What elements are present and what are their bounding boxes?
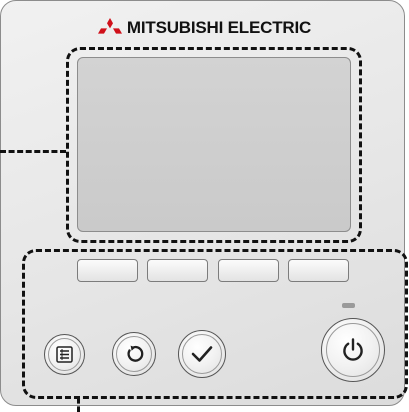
return-button[interactable]	[112, 332, 156, 376]
function-button-f4[interactable]	[288, 259, 349, 282]
operation-indicator-lamp	[342, 303, 355, 308]
on-off-button[interactable]	[321, 318, 385, 382]
select-button[interactable]	[178, 330, 226, 378]
controller-figure: MITSUBISHI ELECTRIC	[0, 0, 409, 412]
buttons-callout-leader	[77, 398, 80, 412]
brand-header: MITSUBISHI ELECTRIC	[0, 18, 409, 38]
three-diamond-logo-icon	[97, 18, 122, 34]
function-button-f3[interactable]	[218, 259, 279, 282]
checkmark-icon	[191, 346, 213, 362]
menu-button[interactable]	[44, 334, 85, 375]
power-icon	[343, 338, 363, 361]
return-icon	[127, 345, 144, 362]
brand-name: MITSUBISHI ELECTRIC	[126, 18, 312, 37]
screen-callout-outline	[66, 47, 362, 243]
menu-icon	[56, 346, 73, 363]
function-button-f2[interactable]	[147, 259, 208, 282]
screen-callout-leader	[0, 150, 66, 153]
function-button-f1[interactable]	[77, 259, 138, 282]
